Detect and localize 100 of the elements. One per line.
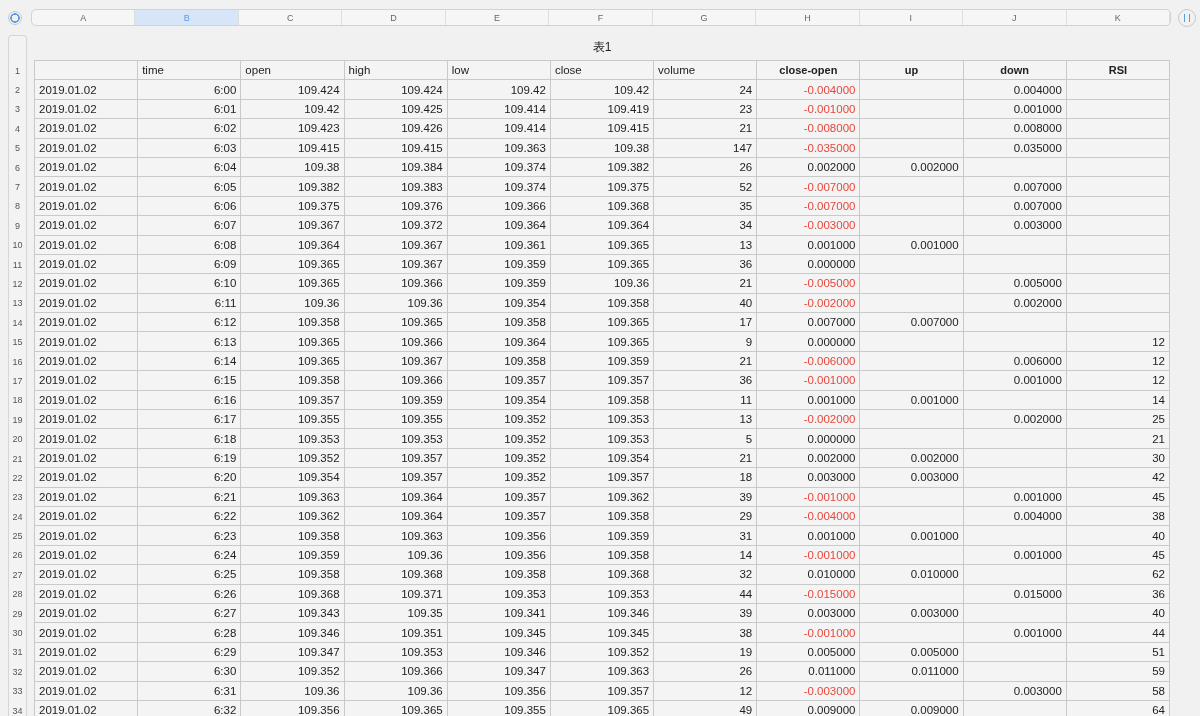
column-letter[interactable]: I bbox=[859, 10, 964, 25]
table-cell: -0.035000 bbox=[757, 138, 861, 158]
row-number[interactable]: 2 bbox=[9, 80, 26, 100]
row-number[interactable]: 32 bbox=[9, 662, 26, 682]
row-number[interactable]: 16 bbox=[9, 351, 26, 372]
row-number[interactable]: 20 bbox=[9, 429, 26, 449]
table-cell: 21 bbox=[654, 448, 758, 469]
table-cell: 147 bbox=[654, 138, 758, 158]
row-number[interactable]: 30 bbox=[9, 623, 26, 643]
table-cell: 2019.01.02 bbox=[35, 157, 139, 178]
table-cell: 44 bbox=[1066, 623, 1170, 643]
table-cell: 2019.01.02 bbox=[35, 254, 139, 275]
table-cell: 2019.01.02 bbox=[35, 332, 139, 352]
row-number[interactable]: 34 bbox=[9, 700, 26, 716]
column-letter[interactable]: E bbox=[445, 10, 550, 25]
table-cell: 9 bbox=[654, 332, 758, 352]
table-cell: 35 bbox=[654, 196, 758, 217]
table-cell: 21 bbox=[654, 274, 758, 294]
row-number[interactable]: 14 bbox=[9, 313, 26, 333]
row-number[interactable]: 21 bbox=[9, 448, 26, 469]
header-cell: low bbox=[447, 61, 551, 81]
table-cell: 109.355 bbox=[241, 410, 345, 430]
table-cell: 0.001000 bbox=[757, 526, 861, 546]
table-cell: 109.355 bbox=[344, 410, 448, 430]
table-cell: 6:21 bbox=[138, 487, 242, 507]
row-number[interactable]: 33 bbox=[9, 681, 26, 701]
column-letter[interactable]: F bbox=[549, 10, 653, 25]
table-cell: 109.424 bbox=[241, 80, 345, 100]
table-cell: 109.42 bbox=[241, 99, 345, 120]
row-number[interactable]: 25 bbox=[9, 526, 26, 546]
row-number[interactable]: 22 bbox=[9, 468, 26, 488]
table-cell: 6:30 bbox=[138, 662, 242, 682]
row-number[interactable]: 13 bbox=[9, 293, 26, 314]
table-cell: 109.42 bbox=[447, 80, 551, 100]
table-cell: 109.362 bbox=[241, 507, 345, 527]
table-cell: 109.36 bbox=[241, 293, 345, 314]
table-cell: 2019.01.02 bbox=[35, 584, 139, 604]
row-number[interactable]: 17 bbox=[9, 371, 26, 391]
column-letter[interactable]: K bbox=[1066, 10, 1170, 25]
table-cell: 2019.01.02 bbox=[35, 410, 139, 430]
row-number[interactable]: 5 bbox=[9, 138, 26, 158]
row-number[interactable]: 1 bbox=[9, 61, 26, 81]
table-cell: 109.357 bbox=[447, 371, 551, 391]
table-cell: 6:02 bbox=[138, 119, 242, 139]
column-letter[interactable]: D bbox=[342, 10, 446, 25]
row-number[interactable]: 7 bbox=[9, 177, 26, 197]
row-number[interactable]: 23 bbox=[9, 487, 26, 507]
row-number[interactable]: 3 bbox=[9, 99, 26, 120]
table-cell: 0.002000 bbox=[757, 448, 861, 469]
row-number[interactable]: 8 bbox=[9, 196, 26, 217]
table-cell: 6:19 bbox=[138, 448, 242, 469]
table-cell: 6:08 bbox=[138, 235, 242, 255]
table-cell: 21 bbox=[654, 351, 758, 372]
table-cell: 2019.01.02 bbox=[35, 429, 139, 449]
row-number[interactable]: 4 bbox=[9, 119, 26, 139]
column-letter[interactable]: G bbox=[652, 10, 757, 25]
table-cell: 2019.01.02 bbox=[35, 313, 139, 333]
column-letter[interactable]: J bbox=[963, 10, 1067, 25]
table-cell: 25 bbox=[1066, 410, 1170, 430]
row-number[interactable]: 15 bbox=[9, 332, 26, 352]
table-cell: 109.368 bbox=[344, 565, 448, 585]
table-cell: 0.003000 bbox=[757, 468, 861, 488]
table-cell: 6:22 bbox=[138, 507, 242, 527]
table-cell: 6:27 bbox=[138, 603, 242, 624]
column-letter[interactable]: C bbox=[238, 10, 343, 25]
table-cell: 42 bbox=[1066, 468, 1170, 488]
table-cell: 109.353 bbox=[550, 410, 655, 430]
row-number[interactable]: 19 bbox=[9, 410, 26, 430]
table-cell: 24 bbox=[654, 80, 758, 100]
table-cell: 0.011000 bbox=[860, 662, 964, 682]
table-cell: 109.365 bbox=[344, 313, 448, 333]
row-number[interactable]: 12 bbox=[9, 274, 26, 294]
row-number[interactable]: 29 bbox=[9, 603, 26, 624]
table-cell: -0.015000 bbox=[757, 584, 861, 604]
table-cell: 40 bbox=[1066, 526, 1170, 546]
table-cell: 109.363 bbox=[550, 662, 655, 682]
table-cell: -0.002000 bbox=[757, 410, 861, 430]
row-number[interactable]: 6 bbox=[9, 157, 26, 178]
row-number[interactable]: 18 bbox=[9, 390, 26, 411]
table-cell: 6:05 bbox=[138, 177, 242, 197]
row-number[interactable]: 9 bbox=[9, 216, 26, 236]
table-cell: 0.010000 bbox=[757, 565, 861, 585]
row-number[interactable]: 24 bbox=[9, 507, 26, 527]
table-cell: 0.011000 bbox=[757, 662, 861, 682]
table-cell: -0.001000 bbox=[757, 623, 861, 643]
row-number[interactable]: 27 bbox=[9, 565, 26, 585]
table-cell: 0.001000 bbox=[757, 390, 861, 411]
table-cell: 2019.01.02 bbox=[35, 565, 139, 585]
header-cell: time bbox=[138, 61, 242, 81]
table-cell: 2019.01.02 bbox=[35, 138, 139, 158]
table-cell: 0.003000 bbox=[860, 603, 964, 624]
column-letter[interactable]: H bbox=[756, 10, 860, 25]
row-number[interactable]: 28 bbox=[9, 584, 26, 604]
row-number[interactable]: 31 bbox=[9, 642, 26, 663]
row-number[interactable]: 10 bbox=[9, 235, 26, 255]
row-number[interactable]: 26 bbox=[9, 545, 26, 566]
table-cell: 14 bbox=[654, 545, 758, 566]
table-cell: 6:06 bbox=[138, 196, 242, 217]
table-cell: 109.358 bbox=[241, 313, 345, 333]
row-number[interactable]: 11 bbox=[9, 254, 26, 275]
